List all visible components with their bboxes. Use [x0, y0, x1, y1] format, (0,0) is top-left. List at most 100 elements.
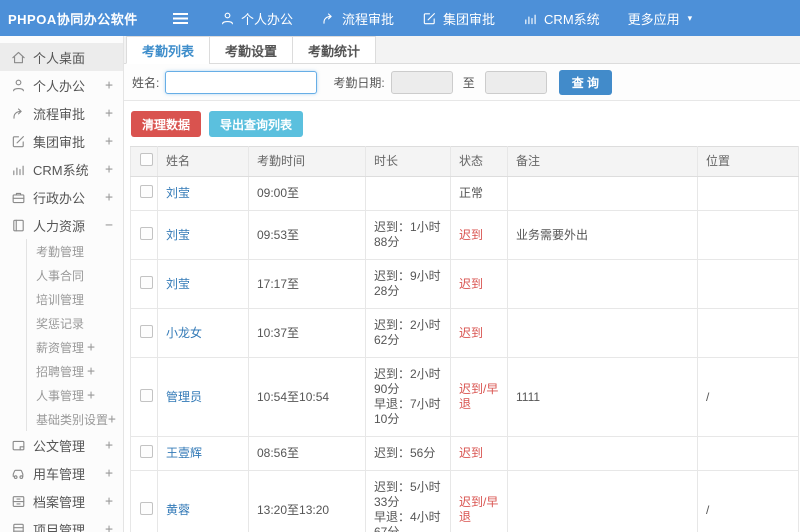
row-checkbox[interactable]	[140, 185, 153, 198]
name-input[interactable]	[165, 70, 318, 94]
name-label: 姓名:	[132, 75, 160, 90]
duration-line: 迟到：2小时62分	[374, 318, 441, 347]
top-nav-item[interactable]: 个人办公	[206, 0, 307, 36]
sidebar-item[interactable]: CRM系统 +	[0, 155, 123, 183]
date-from-input[interactable]	[390, 70, 453, 94]
doc-icon	[11, 438, 26, 453]
remark-cell	[507, 470, 698, 532]
employee-name-link[interactable]: 黄蓉	[166, 503, 190, 517]
column-header: 位置	[697, 146, 799, 177]
sidebar-sub-item[interactable]: 人事合同	[27, 263, 123, 287]
row-checkbox[interactable]	[140, 445, 153, 458]
sidebar-item[interactable]: 公文管理 +	[0, 431, 123, 459]
location-cell: /	[697, 357, 799, 437]
status-badge: 迟到/早退	[459, 382, 499, 411]
row-checkbox[interactable]	[140, 388, 153, 402]
sidebar-sub-item[interactable]: 人事管理 +	[27, 383, 123, 407]
sidebar-sub-item[interactable]: 考勤管理	[27, 239, 123, 263]
employee-name-link[interactable]: 刘莹	[166, 228, 190, 242]
attendance-time-cell: 09:53至	[248, 210, 366, 260]
expand-plus-icon: +	[108, 411, 116, 427]
top-nav-item[interactable]: 更多应用 ▾	[614, 0, 707, 36]
sidebar-item-label: 个人桌面	[33, 50, 86, 66]
sidebar-item[interactable]: 集团审批 +	[0, 127, 123, 155]
sidebar-item[interactable]: 流程审批 +	[0, 99, 123, 127]
edit-icon	[422, 11, 437, 26]
remark-cell	[507, 176, 698, 211]
status-badge: 迟到	[459, 276, 484, 291]
sidebar-item[interactable]: 人力资源 −	[0, 211, 123, 239]
sidebar-sub-item[interactable]: 培训管理	[27, 287, 123, 311]
expand-plus-icon: +	[105, 77, 113, 93]
sidebar-item-label: 个人办公	[33, 78, 86, 94]
project-icon	[11, 522, 26, 532]
sidebar-item[interactable]: 行政办公 +	[0, 183, 123, 211]
expand-plus-icon: +	[105, 465, 113, 481]
status-badge: 迟到	[459, 325, 484, 340]
employee-name-link[interactable]: 刘莹	[166, 277, 190, 291]
duration-cell: 迟到：2小时90分 早退：7小时10分	[365, 357, 451, 437]
row-checkbox[interactable]	[140, 324, 153, 338]
attendance-time-cell: 08:56至	[248, 436, 366, 471]
top-nav-label: 更多应用	[627, 11, 680, 27]
sidebar-item[interactable]: 项目管理 +	[0, 515, 123, 532]
sidebar-item[interactable]: 个人桌面	[0, 43, 123, 71]
sidebar-item-label: 流程审批	[33, 106, 86, 122]
remark-cell	[507, 259, 698, 309]
sidebar-item-label: 集团审批	[33, 134, 86, 150]
tab-bar: 考勤列表 考勤设置 考勤统计	[124, 36, 800, 64]
status-badge: 正常	[459, 186, 484, 200]
select-all-checkbox[interactable]	[140, 153, 153, 166]
hamburger-icon[interactable]	[172, 12, 192, 25]
attendance-time-cell: 17:17至	[248, 259, 366, 309]
sidebar-sub-item[interactable]: 招聘管理 +	[27, 359, 123, 383]
status-badge: 迟到/早退	[459, 495, 499, 524]
sidebar-item[interactable]: 用车管理 +	[0, 459, 123, 487]
employee-name-link[interactable]: 小龙女	[166, 326, 202, 340]
employee-name-link[interactable]: 王壹辉	[166, 446, 202, 460]
sidebar-sub-item-label: 考勤管理	[36, 244, 85, 259]
sidebar-sub-item-label: 基础类别设置	[36, 412, 109, 427]
location-cell: /	[697, 470, 799, 532]
query-button[interactable]: 查 询	[558, 69, 613, 95]
expand-plus-icon: +	[105, 161, 113, 177]
sidebar-item-label: 档案管理	[33, 494, 86, 510]
table-header-row: 姓名 考勤时间 时长 状态 备注 位置	[130, 146, 799, 177]
export-list-button[interactable]: 导出查询列表	[209, 111, 304, 137]
employee-name-link[interactable]: 管理员	[166, 390, 202, 404]
sidebar-item[interactable]: 个人办公 +	[0, 71, 123, 99]
employee-name-link[interactable]: 刘莹	[166, 186, 190, 200]
date-to-input[interactable]	[484, 70, 547, 94]
top-nav-item[interactable]: 流程审批	[307, 0, 408, 36]
duration-cell: 迟到：9小时28分	[365, 259, 451, 309]
sidebar-item[interactable]: 档案管理 +	[0, 487, 123, 515]
expand-plus-icon: +	[87, 387, 95, 403]
tab-attendance-stats[interactable]: 考勤统计	[292, 36, 377, 64]
tab-attendance-settings[interactable]: 考勤设置	[209, 36, 294, 64]
top-nav-item[interactable]: 集团审批	[408, 0, 509, 36]
sidebar-sub-item[interactable]: 基础类别设置 +	[27, 407, 123, 431]
tab-attendance-list[interactable]: 考勤列表	[126, 36, 211, 64]
expand-plus-icon: +	[105, 105, 113, 121]
sidebar-item-label: 用车管理	[33, 466, 86, 482]
row-checkbox[interactable]	[140, 501, 153, 515]
briefcase-icon	[11, 190, 26, 205]
duration-line: 迟到：2小时90分	[374, 367, 441, 396]
table-row: 王壹辉 08:56至 迟到：56分 迟到	[130, 436, 799, 471]
sidebar-item-label: 项目管理	[33, 522, 86, 532]
sidebar: 个人桌面 个人办公 + 流程审批 + 集团审批 + CRM系统 + 行政办公 + 人力资源 − 考勤管理人…	[0, 36, 124, 532]
attendance-time-cell: 09:00至	[248, 176, 366, 211]
table-row: 刘莹 17:17至 迟到：9小时28分 迟到	[130, 259, 799, 309]
clean-data-button[interactable]: 清理数据	[131, 111, 202, 137]
row-checkbox[interactable]	[140, 226, 153, 240]
share-icon	[321, 11, 336, 26]
attendance-time-cell: 10:37至	[248, 308, 366, 358]
sidebar-sub-item[interactable]: 奖惩记录	[27, 311, 123, 335]
sidebar-sub-item[interactable]: 薪资管理 +	[27, 335, 123, 359]
top-nav-item[interactable]: CRM系统	[509, 0, 614, 36]
row-checkbox[interactable]	[140, 275, 153, 289]
filter-bar: 姓名: 考勤日期: 至 查 询	[124, 64, 800, 101]
action-bar: 清理数据 导出查询列表	[124, 101, 800, 146]
duration-line: 早退：7小时10分	[374, 397, 441, 426]
column-header: 姓名	[157, 146, 249, 177]
